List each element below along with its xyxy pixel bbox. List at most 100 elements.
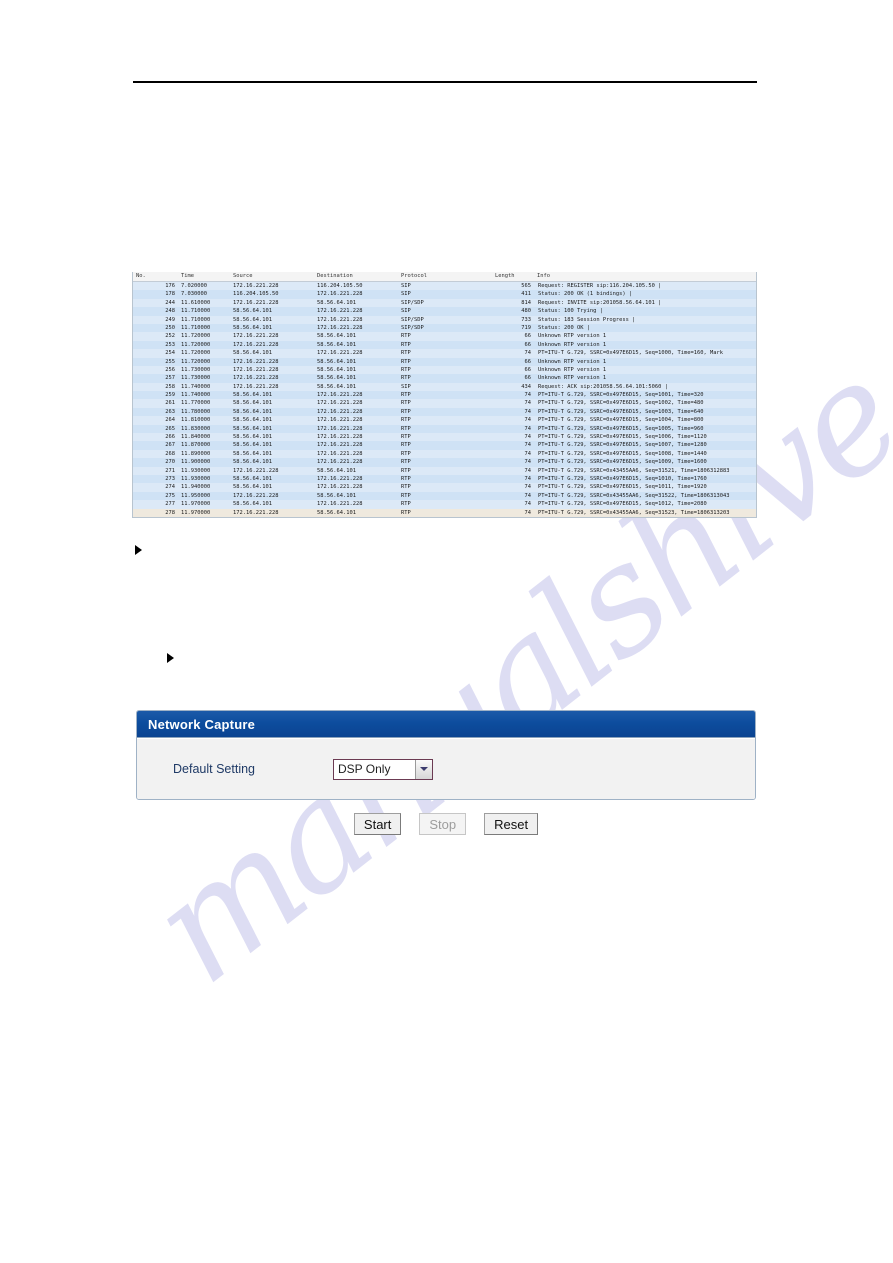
table-row[interactable]: 248 11.710000 58.56.64.101 172.16.221.228 SI… xyxy=(133,307,756,316)
cell-protocol: RTP xyxy=(401,366,411,373)
table-row[interactable]: 255 11.720000 172.16.221.228 58.56.64.101 RT… xyxy=(133,357,756,366)
cell-source: 58.56.64.101 xyxy=(233,434,272,441)
cell-protocol: RTP xyxy=(401,400,411,407)
panel-title: Network Capture xyxy=(148,716,256,732)
cell-source: 172.16.221.228 xyxy=(233,358,279,365)
default-setting-row: Default Setting DSP Only xyxy=(137,758,433,780)
cell-time: 11.720000 xyxy=(181,350,211,357)
cell-length: 74 xyxy=(524,350,532,357)
cell-time: 11.730000 xyxy=(181,366,211,373)
default-setting-select[interactable]: DSP Only xyxy=(333,758,433,780)
table-row[interactable]: 274 11.940000 58.56.64.101 172.16.221.228 RT… xyxy=(133,483,756,492)
cell-destination: 172.16.221.228 xyxy=(317,501,363,508)
table-row[interactable]: 266 11.840000 58.56.64.101 172.16.221.228 RT… xyxy=(133,433,756,442)
cell-time: 11.970000 xyxy=(181,509,211,516)
cell-source: 58.56.64.101 xyxy=(233,425,272,432)
cell-info: PT=ITU-T G.729, SSRC=0x43455AA6, Seq=315… xyxy=(538,492,730,499)
table-row[interactable]: 253 11.720000 172.16.221.228 58.56.64.101 RT… xyxy=(133,340,756,350)
cell-time: 11.770000 xyxy=(181,400,211,407)
cell-no: 265 xyxy=(165,425,175,432)
cell-info: Request: REGISTER sip:116.204.105.50 | xyxy=(538,283,662,289)
table-row[interactable]: 257 11.730000 172.16.221.228 58.56.64.101 RT… xyxy=(133,374,756,383)
cell-no: 255 xyxy=(165,358,175,365)
cell-protocol: SIP/SDP xyxy=(401,324,424,331)
network-capture-panel: Network Capture Default Setting DSP Only xyxy=(136,710,756,800)
cell-info: Status: 200 OK (1 bindings) | xyxy=(538,291,633,298)
table-row[interactable]: 259 11.740000 58.56.64.101 172.16.221.228 RT… xyxy=(133,391,756,400)
cell-source: 58.56.64.101 xyxy=(233,475,272,482)
cell-length: 565 xyxy=(521,283,531,289)
cell-length: 434 xyxy=(521,383,531,390)
column-header-no: No. xyxy=(136,273,146,280)
table-header-row: No. Time Source Destination Protocol Len… xyxy=(133,272,756,282)
cell-destination: 172.16.221.228 xyxy=(317,450,363,457)
column-header-source: Source xyxy=(233,273,253,280)
cell-time: 11.890000 xyxy=(181,450,211,457)
cell-destination: 172.16.221.228 xyxy=(317,291,363,298)
cell-no: 266 xyxy=(165,434,175,441)
cell-source: 172.16.221.228 xyxy=(233,366,279,373)
cell-info: Status: 200 OK | xyxy=(538,324,590,331)
cell-destination: 172.16.221.228 xyxy=(317,442,363,449)
cell-destination: 58.56.64.101 xyxy=(317,383,356,390)
table-row[interactable]: 275 11.950000 172.16.221.228 58.56.64.101 RT… xyxy=(133,491,756,501)
table-row[interactable]: 278 11.970000 172.16.221.228 58.56.64.101 RT… xyxy=(133,508,756,517)
column-header-length: Length xyxy=(495,273,515,280)
table-row[interactable]: 263 11.780000 58.56.64.101 172.16.221.228 RT… xyxy=(133,407,756,417)
panel-header: Network Capture xyxy=(137,711,755,738)
stop-button: Stop xyxy=(419,813,467,835)
table-row[interactable]: 264 11.810000 58.56.64.101 172.16.221.228 RT… xyxy=(133,416,756,425)
cell-source: 58.56.64.101 xyxy=(233,442,272,449)
cell-protocol: RTP xyxy=(401,417,411,424)
table-row[interactable]: 244 11.610000 172.16.221.228 58.56.64.101 SI… xyxy=(133,298,756,308)
cell-protocol: RTP xyxy=(401,350,411,357)
start-button[interactable]: Start xyxy=(353,813,402,835)
table-row[interactable]: 268 11.890000 58.56.64.101 172.16.221.228 RT… xyxy=(133,449,756,459)
cell-no: 274 xyxy=(165,484,175,491)
cell-destination: 58.56.64.101 xyxy=(317,509,356,516)
cell-destination: 116.204.105.50 xyxy=(317,283,363,289)
table-row[interactable]: 265 11.830000 58.56.64.101 172.16.221.228 RT… xyxy=(133,424,756,434)
table-row[interactable]: 176 7.020000 172.16.221.228 116.204.105.50 S… xyxy=(133,282,756,291)
cell-no: 258 xyxy=(165,383,175,390)
cell-protocol: SIP xyxy=(401,291,411,298)
cell-source: 58.56.64.101 xyxy=(233,400,272,407)
cell-no: 263 xyxy=(165,408,175,415)
cell-length: 74 xyxy=(524,467,532,474)
cell-time: 11.900000 xyxy=(181,459,211,466)
table-row[interactable]: 271 11.930000 172.16.221.228 58.56.64.101 RT… xyxy=(133,466,756,475)
column-header-info: Info xyxy=(537,273,550,280)
cell-source: 172.16.221.228 xyxy=(233,467,279,474)
chevron-down-icon[interactable] xyxy=(415,759,432,779)
cell-protocol: RTP xyxy=(401,425,411,432)
table-row[interactable]: 261 11.770000 58.56.64.101 172.16.221.228 RT… xyxy=(133,399,756,408)
panel-body: Default Setting DSP Only xyxy=(137,738,755,799)
table-row[interactable]: 258 11.740000 172.16.221.228 58.56.64.101 SI… xyxy=(133,382,756,392)
cell-destination: 172.16.221.228 xyxy=(317,484,363,491)
cell-time: 11.970000 xyxy=(181,501,211,508)
table-row[interactable]: 254 11.720000 58.56.64.101 172.16.221.228 RT… xyxy=(133,349,756,358)
packet-capture-table: No. Time Source Destination Protocol Len… xyxy=(132,272,757,518)
table-row[interactable]: 277 11.970000 58.56.64.101 172.16.221.228 RT… xyxy=(133,500,756,509)
cell-no: 253 xyxy=(165,341,175,348)
cell-time: 11.730000 xyxy=(181,375,211,382)
cell-time: 11.740000 xyxy=(181,383,211,390)
table-row[interactable]: 267 11.870000 58.56.64.101 172.16.221.228 RT… xyxy=(133,441,756,450)
table-row[interactable]: 249 11.710000 58.56.64.101 172.16.221.228 SI… xyxy=(133,315,756,324)
cell-protocol: RTP xyxy=(401,341,411,348)
cell-length: 74 xyxy=(524,400,532,407)
cell-protocol: RTP xyxy=(401,459,411,466)
table-row[interactable]: 256 11.730000 172.16.221.228 58.56.64.101 RT… xyxy=(133,365,756,375)
reset-button[interactable]: Reset xyxy=(484,813,539,835)
cell-info: PT=ITU-T G.729, SSRC=0x497E6D15, Seq=100… xyxy=(538,425,704,432)
table-row[interactable]: 252 11.720000 172.16.221.228 58.56.64.101 RT… xyxy=(133,332,756,341)
cell-no: 178 xyxy=(165,291,175,298)
table-row[interactable]: 250 11.710000 58.56.64.101 172.16.221.228 SI… xyxy=(133,323,756,333)
cell-info: PT=ITU-T G.729, SSRC=0x497E6D15, Seq=100… xyxy=(538,450,707,457)
cell-source: 172.16.221.228 xyxy=(233,299,279,306)
table-row[interactable]: 270 11.900000 58.56.64.101 172.16.221.228 RT… xyxy=(133,458,756,467)
table-row[interactable]: 178 7.030000 116.204.105.50 172.16.221.228 S… xyxy=(133,290,756,299)
cell-time: 11.720000 xyxy=(181,333,211,340)
cell-length: 480 xyxy=(521,308,531,315)
table-row[interactable]: 273 11.930000 58.56.64.101 172.16.221.228 RT… xyxy=(133,474,756,484)
